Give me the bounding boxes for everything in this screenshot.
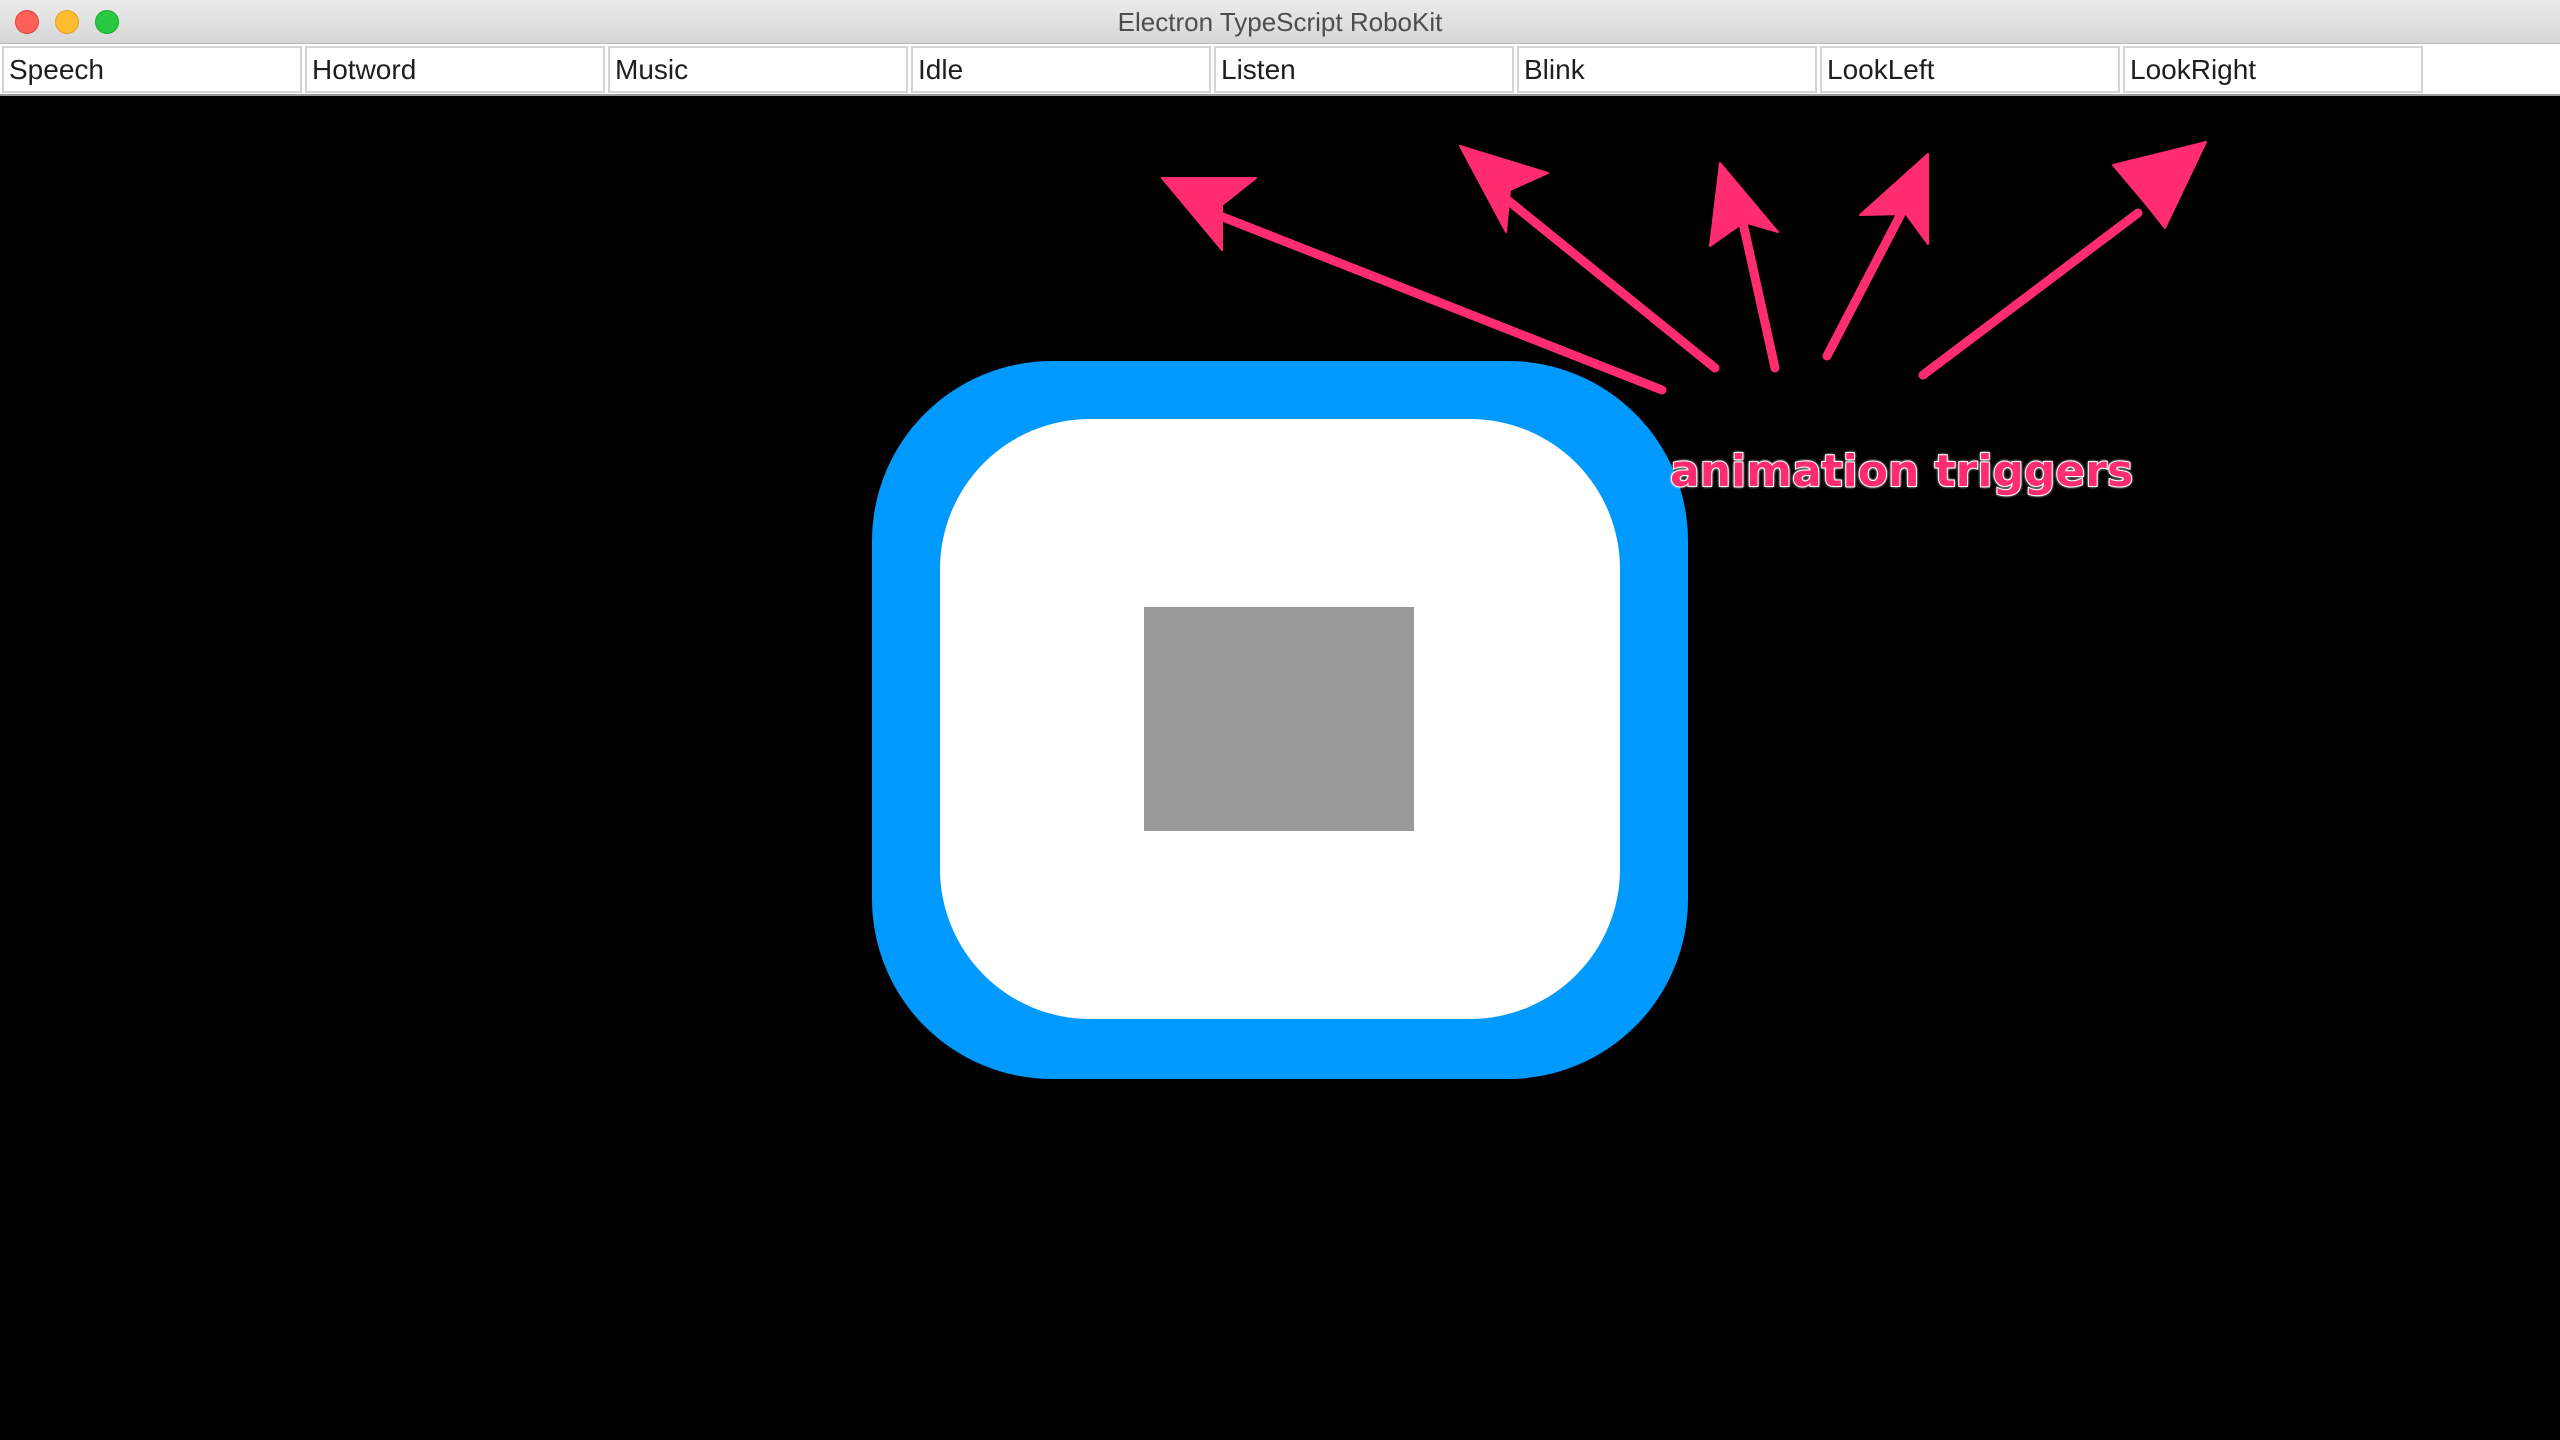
idle-button[interactable]: Idle xyxy=(911,46,1211,93)
music-button[interactable]: Music xyxy=(608,46,908,93)
animation-trigger-toolbar: Speech Hotword Music Idle Listen Blink L… xyxy=(0,44,2560,96)
window-title: Electron TypeScript RoboKit xyxy=(1117,7,1443,37)
speech-button[interactable]: Speech xyxy=(2,46,302,93)
hotword-button[interactable]: Hotword xyxy=(305,46,605,93)
lookright-button[interactable]: LookRight xyxy=(2123,46,2423,93)
title-bar[interactable]: Electron TypeScript RoboKit xyxy=(0,0,2560,44)
listen-button[interactable]: Listen xyxy=(1214,46,1514,93)
robot-eye xyxy=(1144,607,1414,831)
blink-button[interactable]: Blink xyxy=(1517,46,1817,93)
app-window: Electron TypeScript RoboKit Speech Hotwo… xyxy=(0,0,2560,1440)
annotation-label: animation triggers xyxy=(1669,445,2134,498)
lookleft-button[interactable]: LookLeft xyxy=(1820,46,2120,93)
